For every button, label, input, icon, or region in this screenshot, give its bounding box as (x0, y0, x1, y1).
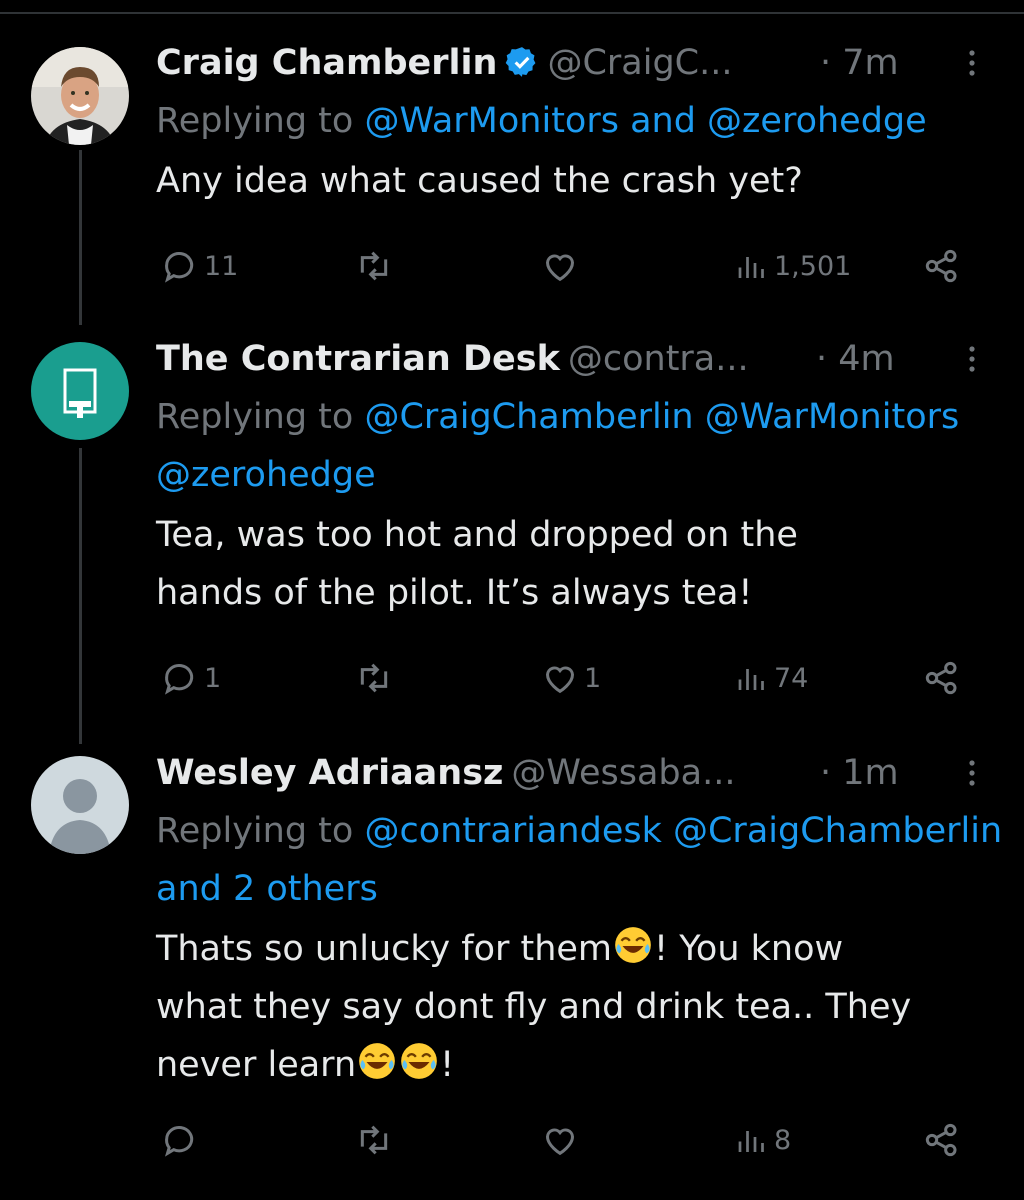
like-button[interactable] (540, 244, 584, 288)
timestamp[interactable]: · 4m (816, 330, 895, 388)
reply-icon (164, 252, 194, 283)
tweet-actions: 1 1 74 (156, 656, 1024, 700)
more-icon[interactable] (964, 330, 980, 388)
laughing-emoji-icon (401, 1043, 437, 1079)
display-name[interactable]: The Contrarian Desk (156, 339, 560, 379)
reply-count: 11 (204, 250, 239, 282)
replying-to: Replying to @contrariandesk @CraigChambe… (156, 802, 1024, 860)
reply-count: 1 (204, 662, 222, 694)
laughing-emoji-icon (615, 927, 651, 963)
share-button[interactable] (922, 244, 962, 288)
replying-to-continued: @zerohedge (156, 446, 1024, 504)
mention-link[interactable]: @CraigChamberlin @WarMonitors (364, 397, 959, 437)
user-handle[interactable]: @contra... (568, 339, 749, 379)
laughing-emoji-icon (359, 1043, 395, 1079)
share-icon (925, 1123, 957, 1157)
tweet-text-segment: never learn (156, 1045, 357, 1085)
tweet-text-line: Any idea what caused the crash yet? (156, 161, 803, 201)
views-icon (738, 1131, 764, 1152)
tweet-text-segment: ! (440, 1045, 455, 1085)
verified-icon (505, 39, 539, 77)
views-count: 74 (774, 662, 809, 694)
replying-to: Replying to @WarMonitors and @zerohedge (156, 92, 1024, 150)
tweet[interactable]: Wesley Adriaansz @Wessaba... · 1m Replyin… (0, 744, 1024, 1184)
views-count: 8 (774, 1124, 792, 1156)
reply-button[interactable]: 11 (160, 244, 238, 288)
avatar[interactable] (31, 47, 129, 145)
share-icon (925, 661, 957, 695)
share-button[interactable] (922, 656, 962, 700)
retweet-button[interactable] (354, 244, 398, 288)
more-icon[interactable] (964, 744, 980, 802)
timestamp[interactable]: · 1m (820, 744, 899, 802)
share-icon (925, 249, 957, 283)
reply-button[interactable] (160, 1118, 204, 1162)
views-count: 1,501 (774, 250, 852, 282)
more-icon[interactable] (964, 34, 980, 92)
tweet-text-segment: ! You know (654, 929, 844, 969)
replying-to-label: Replying to (156, 811, 354, 851)
mention-link[interactable]: and 2 others (156, 869, 378, 909)
share-button[interactable] (922, 1118, 962, 1162)
reply-icon (164, 1126, 194, 1157)
views-icon (738, 669, 764, 690)
like-icon (545, 254, 575, 282)
retweet-icon (360, 251, 388, 281)
tweet-text-line: hands of the pilot. It’s always tea! (156, 573, 753, 613)
views-button[interactable]: 8 (734, 1118, 791, 1162)
tweet-text-line: what they say dont fly and drink tea.. T… (156, 987, 912, 1027)
reply-icon (164, 664, 194, 695)
tweet[interactable]: The Contrarian Desk @contra... · 4m Reply… (0, 330, 1024, 710)
tweet-actions: 8 (156, 1118, 1024, 1162)
avatar[interactable] (31, 342, 129, 440)
tweet-text: Tea, was too hot and dropped on the hand… (156, 506, 1024, 622)
mention-link[interactable]: @WarMonitors and @zerohedge (364, 101, 926, 141)
retweet-button[interactable] (354, 1118, 398, 1162)
tweet-text: Thats so unlucky for them ! You know what… (156, 920, 1024, 1094)
like-button[interactable]: 1 (540, 656, 601, 700)
divider (0, 12, 1024, 14)
tweet-text-line: Tea, was too hot and dropped on the (156, 515, 798, 555)
like-icon (545, 1128, 575, 1156)
tweet[interactable]: Craig Chamberlin @CraigC... · 7m Replying… (0, 34, 1024, 294)
display-name[interactable]: Craig Chamberlin (156, 43, 497, 83)
tweet-header: The Contrarian Desk @contra... · 4m (156, 330, 1024, 388)
display-name[interactable]: Wesley Adriaansz (156, 753, 503, 793)
retweet-icon (360, 663, 388, 693)
tweet-actions: 11 1,501 (156, 244, 1024, 288)
timestamp[interactable]: · 7m (820, 34, 899, 92)
conversation-thread: Craig Chamberlin @CraigC... · 7m Replying… (0, 0, 1024, 1200)
replying-to-label: Replying to (156, 397, 354, 437)
like-icon (545, 666, 575, 694)
tweet-header: Craig Chamberlin @CraigC... · 7m (156, 34, 1024, 92)
replying-to-label: Replying to (156, 101, 354, 141)
retweet-button[interactable] (354, 656, 398, 700)
user-handle[interactable]: @CraigC... (547, 43, 732, 83)
like-button[interactable] (540, 1118, 584, 1162)
retweet-icon (360, 1125, 388, 1155)
tweet-text-segment: Thats so unlucky for them (156, 929, 613, 969)
views-icon (738, 257, 764, 278)
views-button[interactable]: 74 (734, 656, 808, 700)
views-button[interactable]: 1,501 (734, 244, 851, 288)
replying-to: Replying to @CraigChamberlin @WarMonitor… (156, 388, 1024, 446)
mention-link[interactable]: @contrariandesk @CraigChamberlin (364, 811, 1002, 851)
replying-to-continued: and 2 others (156, 860, 1024, 918)
user-handle[interactable]: @Wessaba... (511, 753, 735, 793)
avatar[interactable] (31, 756, 129, 854)
tweet-text: Any idea what caused the crash yet? (156, 152, 1024, 210)
mention-link[interactable]: @zerohedge (156, 455, 376, 495)
reply-button[interactable]: 1 (160, 656, 221, 700)
tweet-header: Wesley Adriaansz @Wessaba... · 1m (156, 744, 1024, 802)
like-count: 1 (584, 662, 602, 694)
